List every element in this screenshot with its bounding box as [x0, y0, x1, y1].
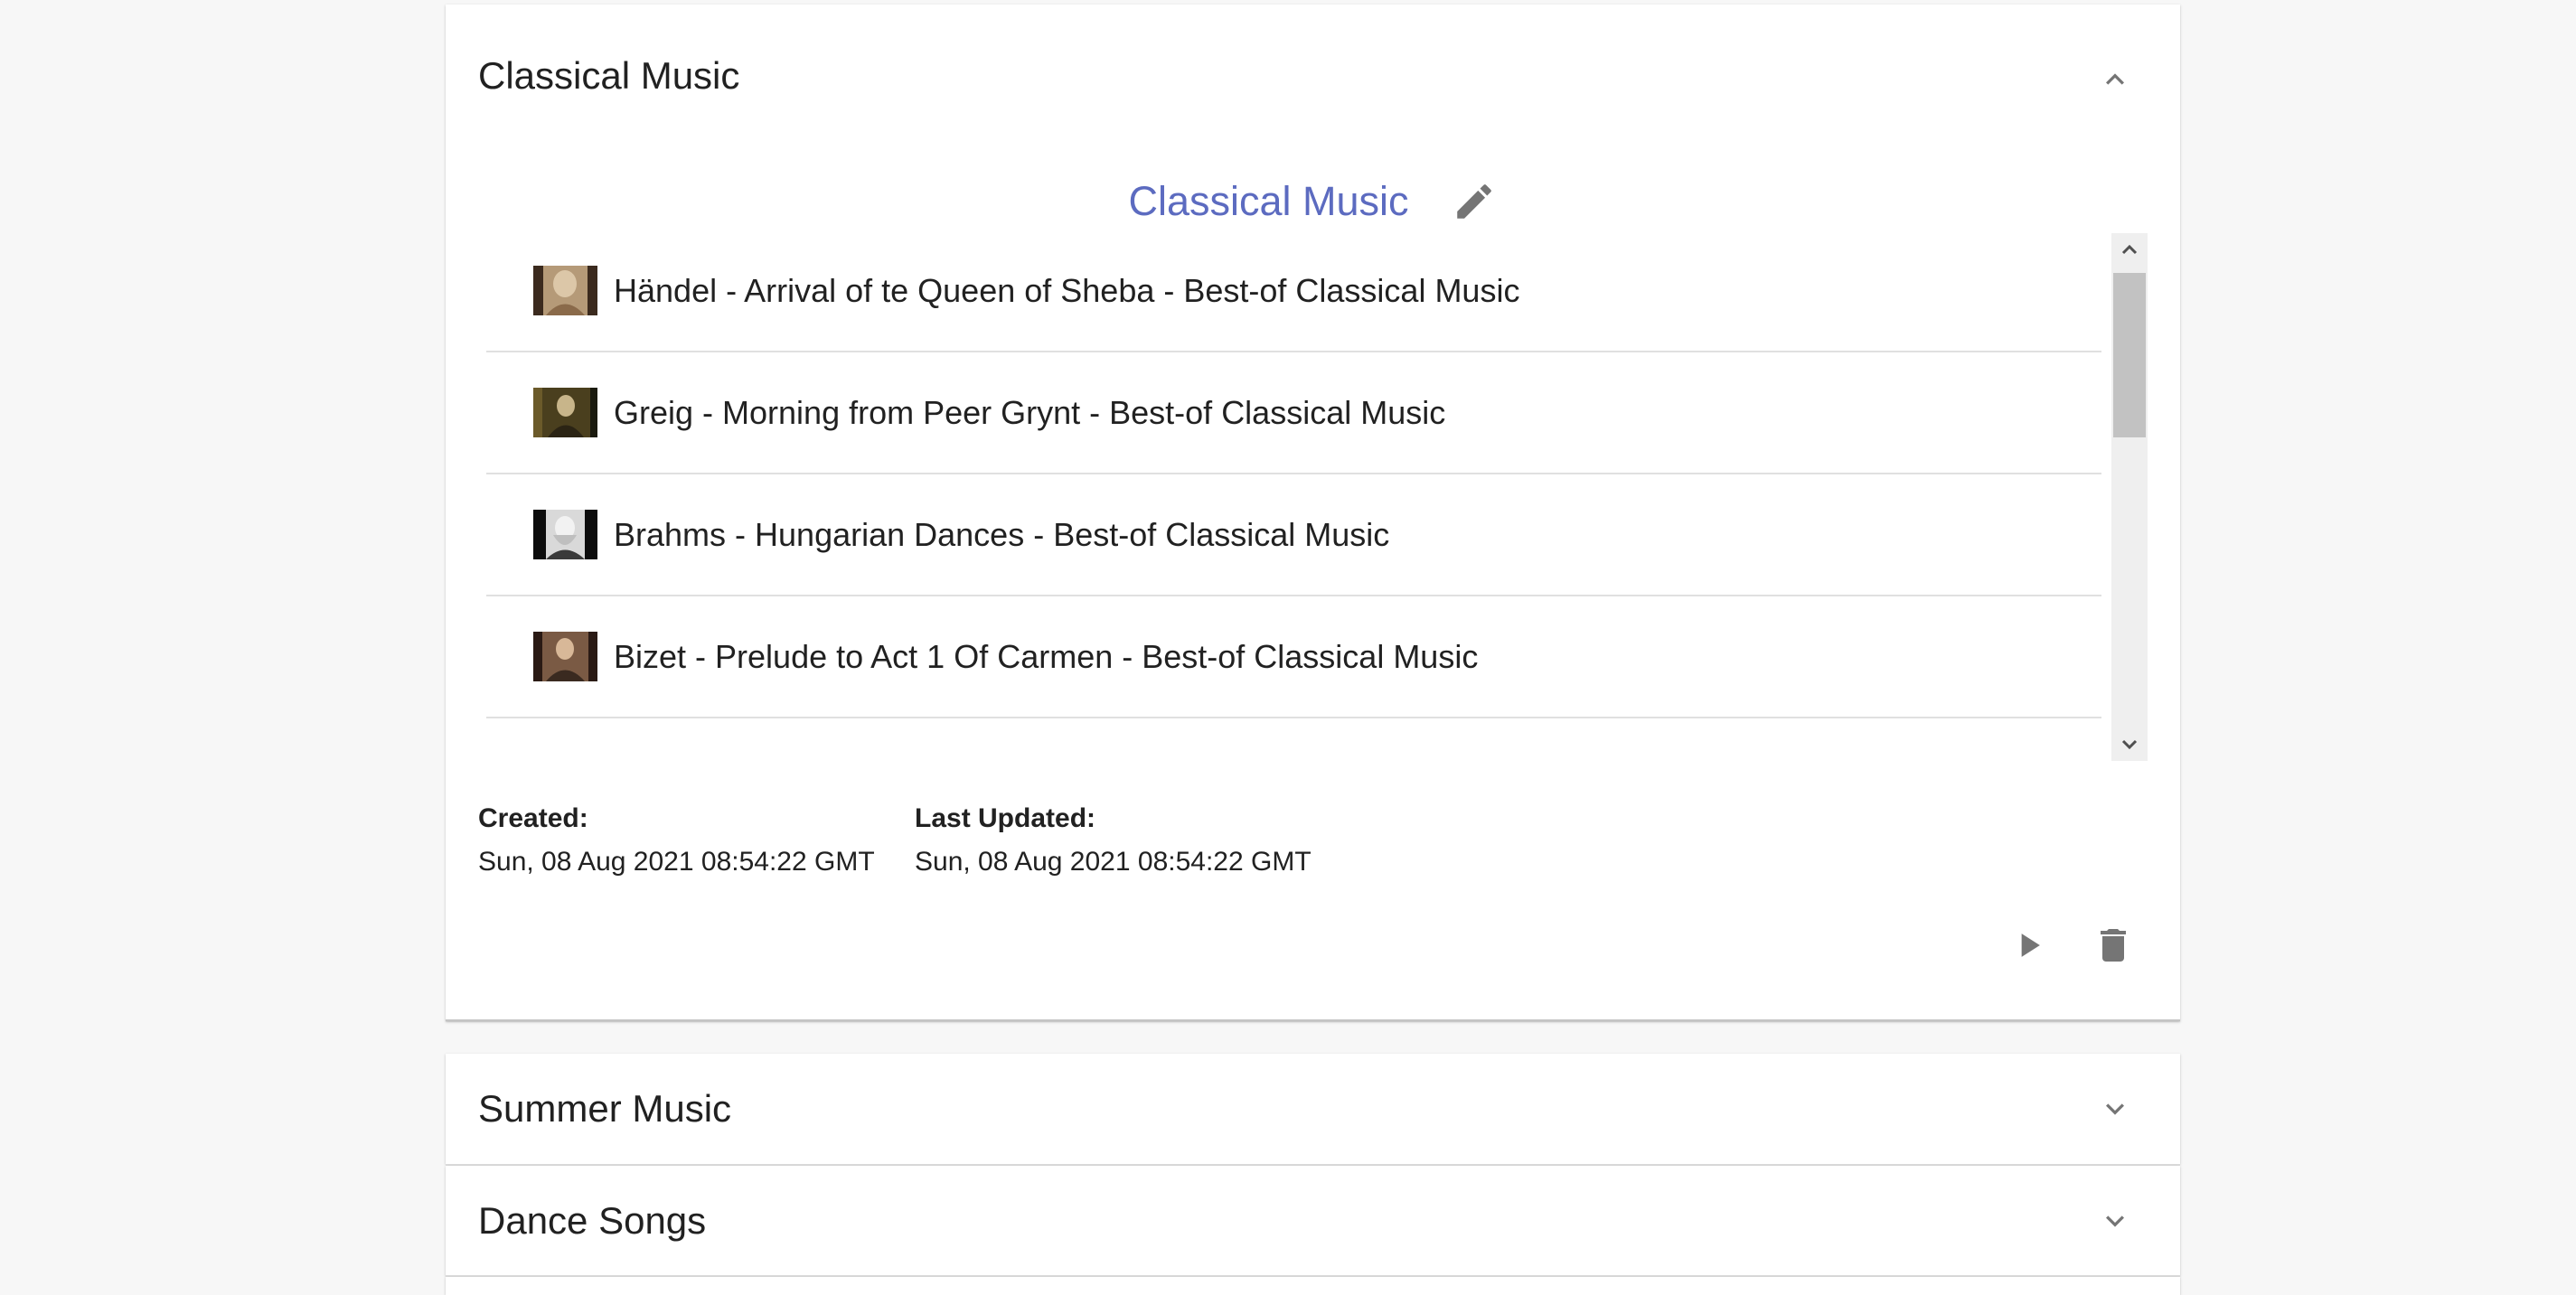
edit-playlist-button[interactable]	[1451, 178, 1498, 225]
track-list: Händel - Arrival of te Queen of Sheba - …	[486, 230, 2101, 742]
panel-title[interactable]: Summer Music	[478, 1086, 731, 1131]
track-thumbnail	[533, 388, 597, 437]
play-button[interactable]	[2003, 920, 2054, 971]
playlist-panel-summer[interactable]: Summer Music	[446, 1054, 2180, 1164]
track-item[interactable]: Händel - Arrival of te Queen of Sheba - …	[486, 230, 2101, 352]
panel-title[interactable]: Classical Music	[478, 53, 739, 99]
delete-button[interactable]	[2088, 920, 2139, 971]
scroll-down-icon[interactable]	[2119, 734, 2140, 755]
track-title: Händel - Arrival of te Queen of Sheba - …	[614, 271, 1520, 309]
track-item[interactable]: Greig - Morning from Peer Grynt - Best-o…	[486, 352, 2101, 474]
created-value: Sun, 08 Aug 2021 08:54:22 GMT	[478, 847, 875, 877]
last-updated-label: Last Updated:	[915, 803, 1096, 833]
track-list-scrollbar[interactable]	[2111, 233, 2148, 761]
scroll-up-icon[interactable]	[2119, 239, 2140, 260]
last-updated-value: Sun, 08 Aug 2021 08:54:22 GMT	[915, 847, 1312, 877]
created-label: Created:	[478, 803, 588, 833]
play-icon	[2021, 934, 2040, 957]
track-thumbnail	[533, 266, 597, 315]
track-thumbnail	[533, 510, 597, 559]
pencil-icon	[1456, 184, 1491, 219]
chevron-down-icon[interactable]	[2097, 1091, 2133, 1127]
track-item[interactable]: Brahms - Hungarian Dances - Best-of Clas…	[486, 474, 2101, 596]
track-thumbnail	[533, 632, 597, 681]
playlist-panel-dance[interactable]: Dance Songs	[446, 1166, 2180, 1276]
chevron-down-icon[interactable]	[2097, 1203, 2133, 1239]
playlist-name: Classical Music	[1128, 178, 1409, 224]
playlist-panel-next[interactable]	[446, 1277, 2180, 1295]
track-title: Brahms - Hungarian Dances - Best-of Clas…	[614, 515, 1390, 553]
track-title: Bizet - Prelude to Act 1 Of Carmen - Bes…	[614, 637, 1479, 675]
playlist-panel-classical: Classical Music Classical Music Händel -…	[446, 5, 2180, 1021]
chevron-up-icon[interactable]	[2097, 61, 2133, 98]
panel-title[interactable]: Dance Songs	[478, 1198, 706, 1243]
playlist-header: Classical Music	[446, 173, 2180, 230]
track-item[interactable]: Bizet - Prelude to Act 1 Of Carmen - Bes…	[486, 596, 2101, 718]
trash-icon	[2101, 929, 2126, 962]
scrollbar-thumb[interactable]	[2113, 273, 2146, 437]
track-title: Greig - Morning from Peer Grynt - Best-o…	[614, 393, 1446, 431]
